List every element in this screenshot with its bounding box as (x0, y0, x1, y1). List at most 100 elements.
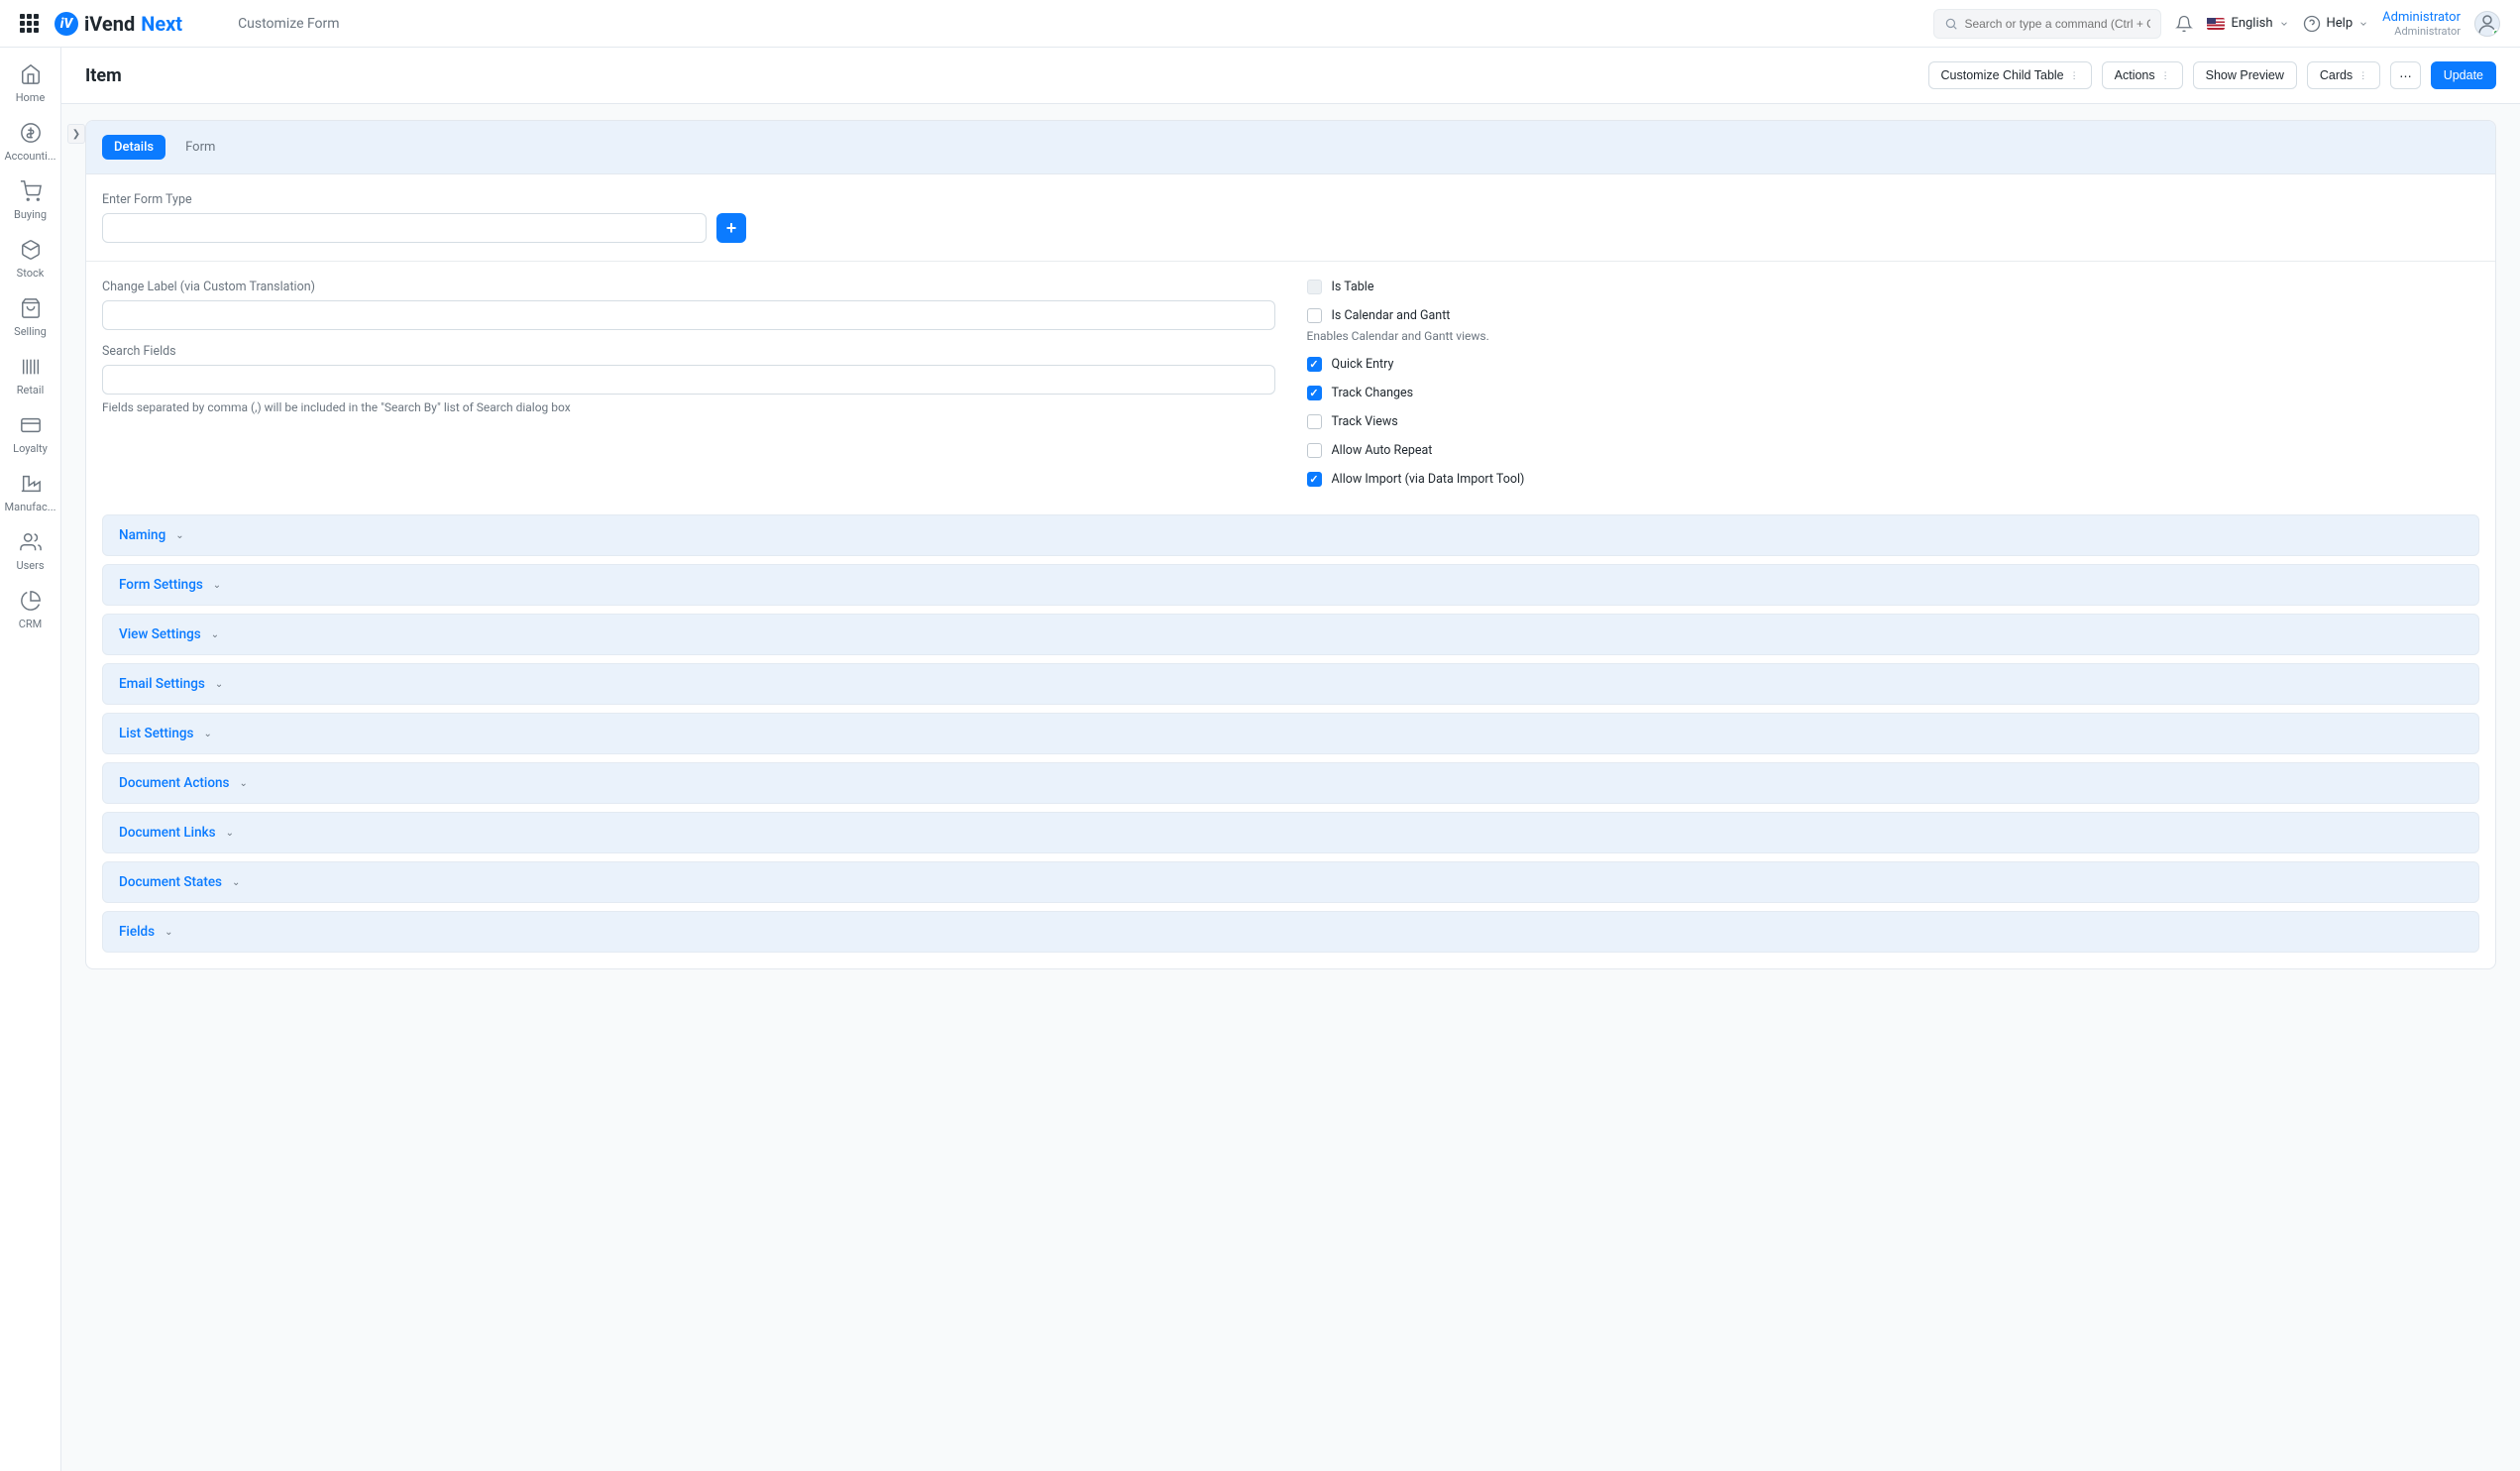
section-list-settings[interactable]: List Settings ⌄ (102, 713, 2479, 754)
tab-details[interactable]: Details (102, 135, 165, 160)
track-views-checkbox[interactable] (1307, 414, 1322, 429)
search-icon (1944, 17, 1958, 31)
help-menu[interactable]: Help (2303, 15, 2369, 33)
sidebar-item-stock[interactable]: Stock (3, 239, 58, 280)
page-body: ❯ Details Form Enter Form Type + (61, 104, 2520, 993)
sidebar-item-home[interactable]: Home (3, 63, 58, 104)
section-title: View Settings (119, 626, 201, 642)
search-fields-input[interactable] (102, 365, 1275, 395)
section-naming[interactable]: Naming ⌄ (102, 514, 2479, 556)
sidebar-item-accounting[interactable]: Accounti... (3, 122, 58, 163)
form-card: Details Form Enter Form Type + (85, 120, 2496, 969)
notifications-icon[interactable] (2175, 15, 2193, 33)
auto-repeat-label: Allow Auto Repeat (1332, 443, 1433, 458)
language-selector[interactable]: English (2207, 16, 2288, 31)
form-type-label: Enter Form Type (102, 192, 2479, 207)
sidebar-item-selling[interactable]: Selling (3, 297, 58, 338)
customize-child-table-button[interactable]: Customize Child Table⋮ (1928, 61, 2092, 89)
auto-repeat-row: Allow Auto Repeat (1307, 443, 2480, 458)
content: Item Customize Child Table⋮ Actions⋮ Sho… (61, 48, 2520, 1471)
allow-import-checkbox[interactable]: ✓ (1307, 472, 1322, 487)
form-type-group: Enter Form Type + (102, 192, 2479, 243)
expand-handle-icon[interactable]: ❯ (67, 124, 85, 144)
section-title: Form Settings (119, 577, 203, 593)
brand-logo[interactable]: iV iVendNext (55, 12, 182, 36)
more-menu-button[interactable]: ⋯ (2390, 61, 2421, 89)
section-body: Enter Form Type + Change Label (via Cust… (86, 174, 2495, 507)
chevron-down-icon: ⌄ (226, 828, 234, 839)
sidebar-item-crm[interactable]: CRM (3, 590, 58, 630)
form-type-input[interactable] (102, 213, 707, 243)
chevron-down-icon: ⌄ (215, 679, 223, 690)
user-block[interactable]: Administrator Administrator (2382, 10, 2461, 38)
page-header: Item Customize Child Table⋮ Actions⋮ Sho… (61, 48, 2520, 104)
section-view-settings[interactable]: View Settings ⌄ (102, 614, 2479, 655)
add-form-type-button[interactable]: + (716, 213, 746, 243)
search-input[interactable] (1964, 17, 2150, 31)
is-table-checkbox (1307, 280, 1322, 294)
navbar-right: English Help Administrator Administrator (1933, 9, 2500, 39)
logo-badge-icon: iV (55, 12, 78, 36)
quick-entry-row: ✓ Quick Entry (1307, 357, 2480, 372)
collapsible-sections: Naming ⌄ Form Settings ⌄ View Settings ⌄… (86, 514, 2495, 968)
update-button[interactable]: Update (2431, 61, 2496, 89)
section-fields[interactable]: Fields ⌄ (102, 911, 2479, 953)
track-views-label: Track Views (1332, 414, 1398, 429)
sidebar-item-retail[interactable]: Retail (3, 356, 58, 396)
quick-entry-label: Quick Entry (1332, 357, 1394, 372)
show-preview-button[interactable]: Show Preview (2193, 61, 2297, 89)
card-icon (20, 414, 42, 436)
change-label-input[interactable] (102, 300, 1275, 330)
flag-us-icon (2207, 18, 2225, 30)
avatar[interactable] (2474, 11, 2500, 37)
logo-text-2: Next (141, 12, 182, 36)
divider (86, 261, 2495, 262)
search-fields-group: Search Fields Fields separated by comma … (102, 344, 1275, 414)
tab-form[interactable]: Form (173, 135, 227, 160)
section-document-states[interactable]: Document States ⌄ (102, 861, 2479, 903)
section-document-links[interactable]: Document Links ⌄ (102, 812, 2479, 853)
breadcrumb[interactable]: Customize Form (238, 16, 340, 32)
cart-icon (20, 180, 42, 202)
is-calendar-checkbox[interactable] (1307, 308, 1322, 323)
cards-menu-button[interactable]: Cards⋮ (2307, 61, 2380, 89)
navbar: iV iVendNext Customize Form English Help… (0, 0, 2520, 48)
sidebar-label: Loyalty (13, 442, 48, 455)
home-icon (20, 63, 42, 85)
sidebar-label: Stock (17, 267, 45, 280)
actions-menu-button[interactable]: Actions⋮ (2102, 61, 2183, 89)
sidebar-label: Manufac... (5, 501, 56, 513)
pie-icon (20, 590, 42, 612)
sidebar-item-manufacturing[interactable]: Manufac... (3, 473, 58, 513)
section-title: Naming (119, 527, 165, 543)
chevron-down-icon: ⌄ (239, 778, 247, 789)
global-search[interactable] (1933, 9, 2161, 39)
track-changes-row: ✓ Track Changes (1307, 386, 2480, 400)
sidebar-item-buying[interactable]: Buying (3, 180, 58, 221)
status-online-icon (2492, 29, 2500, 37)
app-launcher-icon[interactable] (20, 14, 39, 33)
quick-entry-checkbox[interactable]: ✓ (1307, 357, 1322, 372)
is-table-label: Is Table (1332, 280, 1374, 294)
is-calendar-label: Is Calendar and Gantt (1332, 308, 1451, 323)
sidebar-label: Buying (14, 208, 47, 221)
sidebar-label: Selling (14, 325, 47, 338)
sidebar-label: Users (16, 559, 44, 572)
section-form-settings[interactable]: Form Settings ⌄ (102, 564, 2479, 606)
track-changes-checkbox[interactable]: ✓ (1307, 386, 1322, 400)
tab-row: Details Form (86, 121, 2495, 174)
section-title: Email Settings (119, 676, 205, 692)
sidebar-item-loyalty[interactable]: Loyalty (3, 414, 58, 455)
chevron-down-icon: ⌄ (211, 629, 219, 640)
section-email-settings[interactable]: Email Settings ⌄ (102, 663, 2479, 705)
sidebar-label: CRM (19, 618, 43, 630)
chevron-down-icon: ⌄ (232, 877, 240, 888)
factory-icon (20, 473, 42, 495)
dollar-icon (20, 122, 42, 144)
bag-icon (20, 297, 42, 319)
two-col-section: Change Label (via Custom Translation) Se… (102, 280, 2479, 487)
section-document-actions[interactable]: Document Actions ⌄ (102, 762, 2479, 804)
sidebar-item-users[interactable]: Users (3, 531, 58, 572)
change-label-label: Change Label (via Custom Translation) (102, 280, 1275, 294)
auto-repeat-checkbox[interactable] (1307, 443, 1322, 458)
